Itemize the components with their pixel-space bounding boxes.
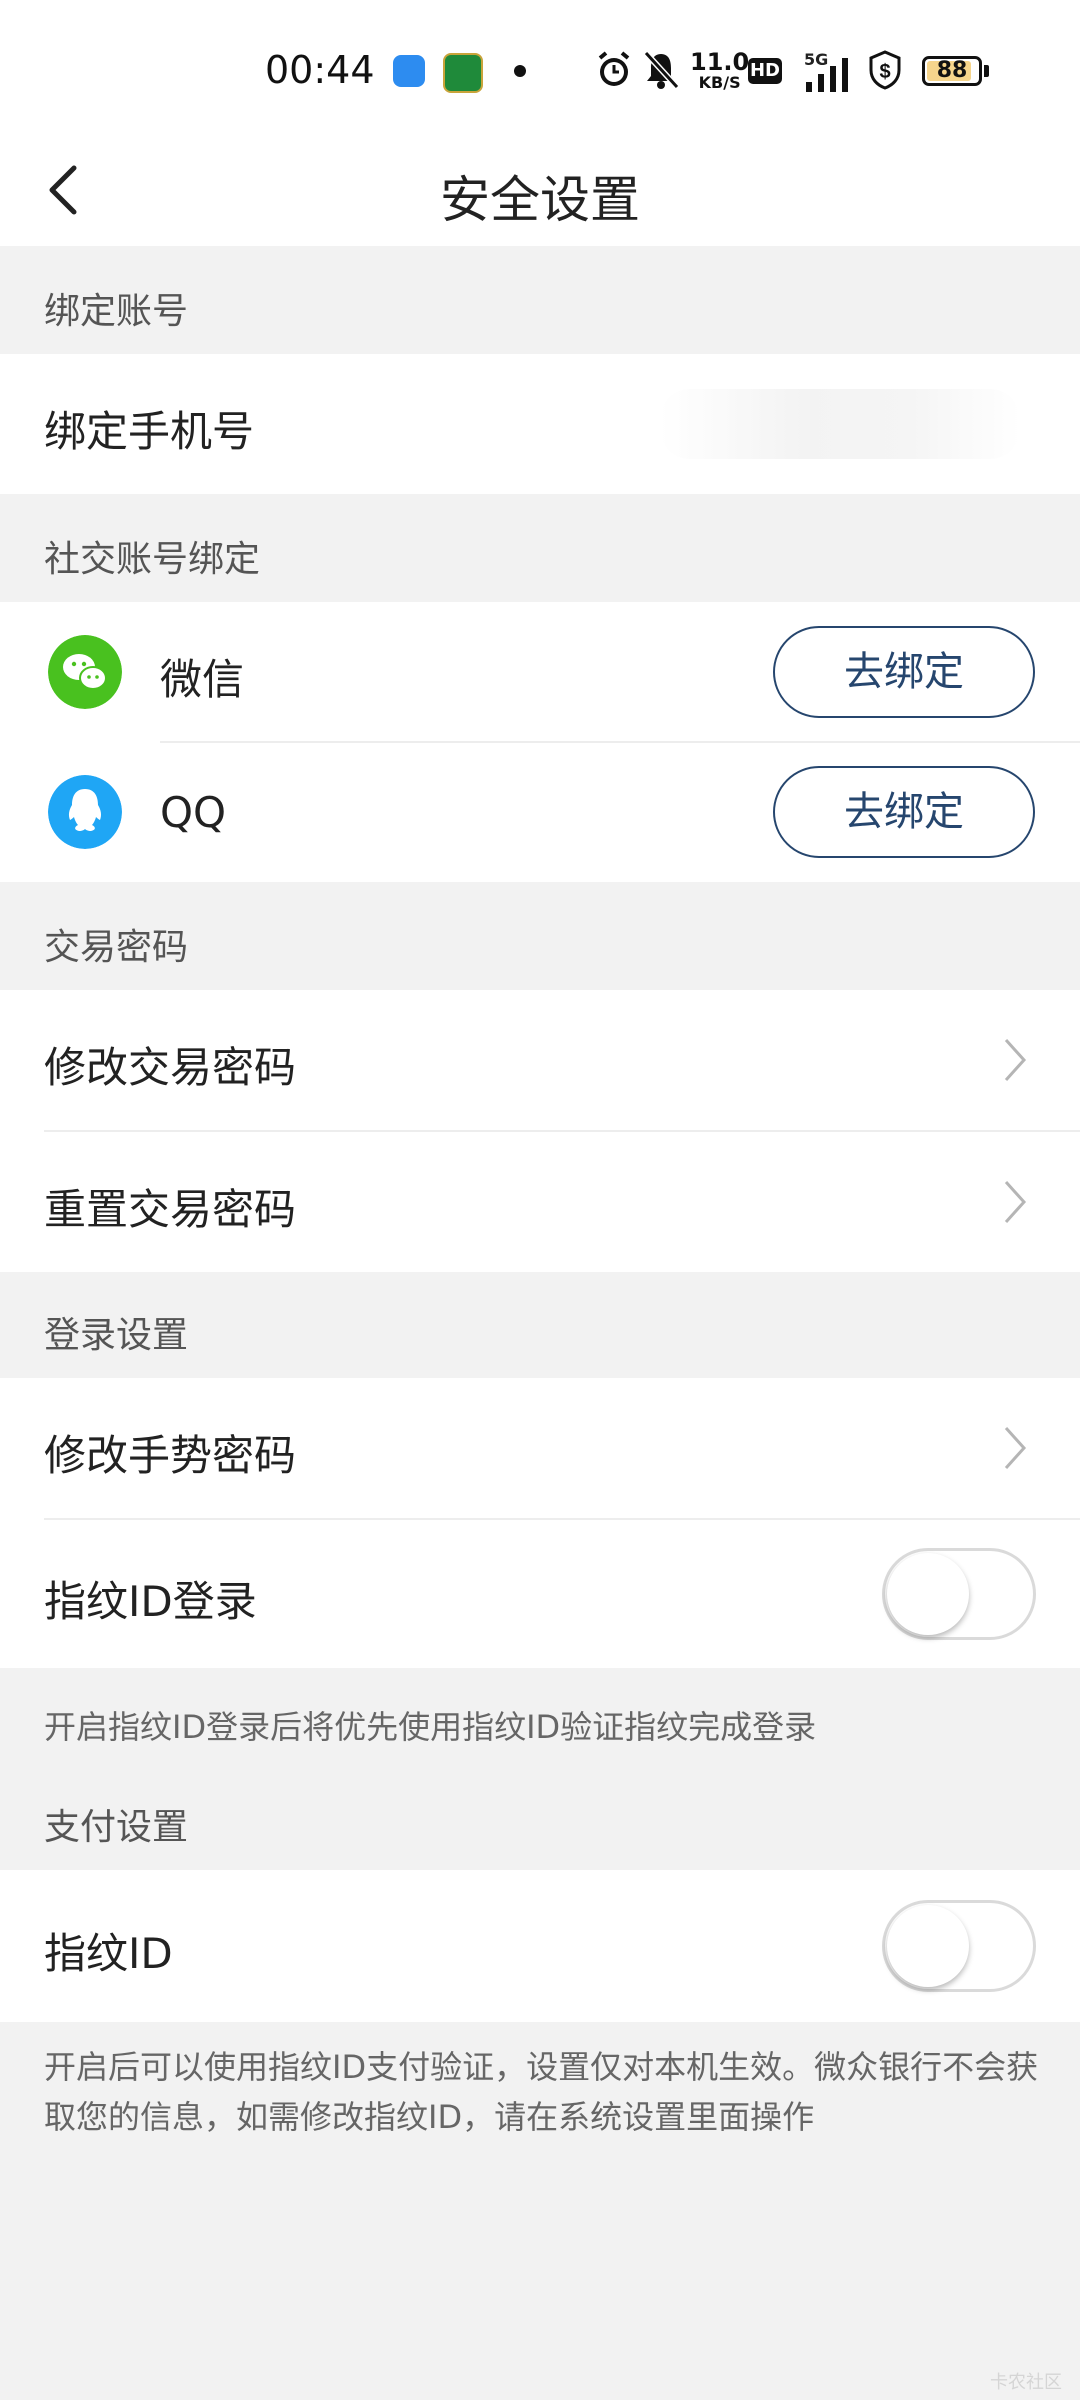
section-header-payment: 支付设置 [44,1807,189,1848]
status-time: 00:44 [265,48,375,92]
bell-muted-icon [643,50,679,90]
watermark: 卡农社区 [990,2372,1062,2393]
wechat-row: 微信 去绑定 [0,602,1080,742]
battery-tip [984,65,989,77]
status-bar: 00:44 11.0 KB/S HD 5G $ 88 [0,0,1080,140]
fingerprint-login-note: 开启指纹ID登录后将优先使用指纹ID验证指纹完成登录 [44,1708,817,1746]
oppo-app-notification-icon [443,53,483,93]
svg-text:$: $ [879,61,890,83]
wechat-label: 微信 [160,655,245,704]
network-type: 5G [804,50,829,69]
wechat-icon [48,635,122,709]
fingerprint-pay-note: 开启后可以使用指纹ID支付验证，设置仅对本机生效。微众银行不会获取您的信息，如需… [44,2048,1039,2136]
battery-icon: 88 [922,56,982,86]
qq-bind-button[interactable]: 去绑定 [773,766,1035,858]
toggle-knob [887,1553,969,1635]
chevron-right-icon [1004,1038,1027,1082]
fingerprint-pay-toggle[interactable] [882,1900,1036,1992]
section-header-login: 登录设置 [44,1315,189,1356]
more-notifications-dot-icon [514,65,526,77]
chevron-right-icon [1004,1180,1027,1224]
wechat-bind-button[interactable]: 去绑定 [773,626,1035,718]
reset-trade-password-row[interactable]: 重置交易密码 [0,1132,1080,1272]
section-header-trade-password: 交易密码 [44,927,189,968]
bind-phone-card: 绑定手机号 [0,354,1080,494]
social-card: 微信 去绑定 QQ 去绑定 [0,602,1080,882]
fingerprint-login-toggle[interactable] [882,1548,1036,1640]
modify-gesture-password-row[interactable]: 修改手势密码 [0,1378,1080,1518]
phone-number-redacted [660,389,1020,459]
hd-icon: HD [748,58,782,84]
qq-icon [48,775,122,849]
modify-trade-password-label: 修改交易密码 [44,1043,297,1092]
login-settings-card: 修改手势密码 指纹ID登录 [0,1378,1080,1668]
fingerprint-pay-row: 指纹ID [0,1870,1080,2022]
bind-phone-label: 绑定手机号 [44,407,255,456]
alarm-icon [598,51,630,86]
modify-trade-password-row[interactable]: 修改交易密码 [0,990,1080,1130]
fingerprint-login-label: 指纹ID登录 [44,1577,257,1626]
reset-trade-password-label: 重置交易密码 [44,1185,297,1234]
qq-label: QQ [160,788,227,837]
payment-settings-card: 指纹ID [0,1870,1080,2022]
section-header-bind-account: 绑定账号 [44,291,189,332]
trade-password-card: 修改交易密码 重置交易密码 [0,990,1080,1272]
signal-icon: 5G [800,50,856,92]
chevron-right-icon [1004,1426,1027,1470]
fingerprint-pay-label: 指纹ID [44,1929,173,1978]
section-header-social: 社交账号绑定 [44,539,261,580]
network-speed-unit: KB/S [698,73,741,92]
page-title: 安全设置 [440,171,640,229]
network-speed-value: 11.0 [690,48,750,76]
qq-row: QQ 去绑定 [0,742,1080,882]
bind-phone-row[interactable]: 绑定手机号 [0,354,1080,494]
app-notification-icon [393,55,425,87]
toggle-knob [887,1905,969,1987]
fingerprint-login-row: 指纹ID登录 [0,1520,1080,1668]
shield-dollar-icon: $ [869,50,901,90]
network-speed: 11.0 KB/S [690,50,749,92]
nav-bar: 安全设置 [0,140,1080,246]
modify-gesture-password-label: 修改手势密码 [44,1431,297,1480]
battery-level: 88 [936,58,968,83]
